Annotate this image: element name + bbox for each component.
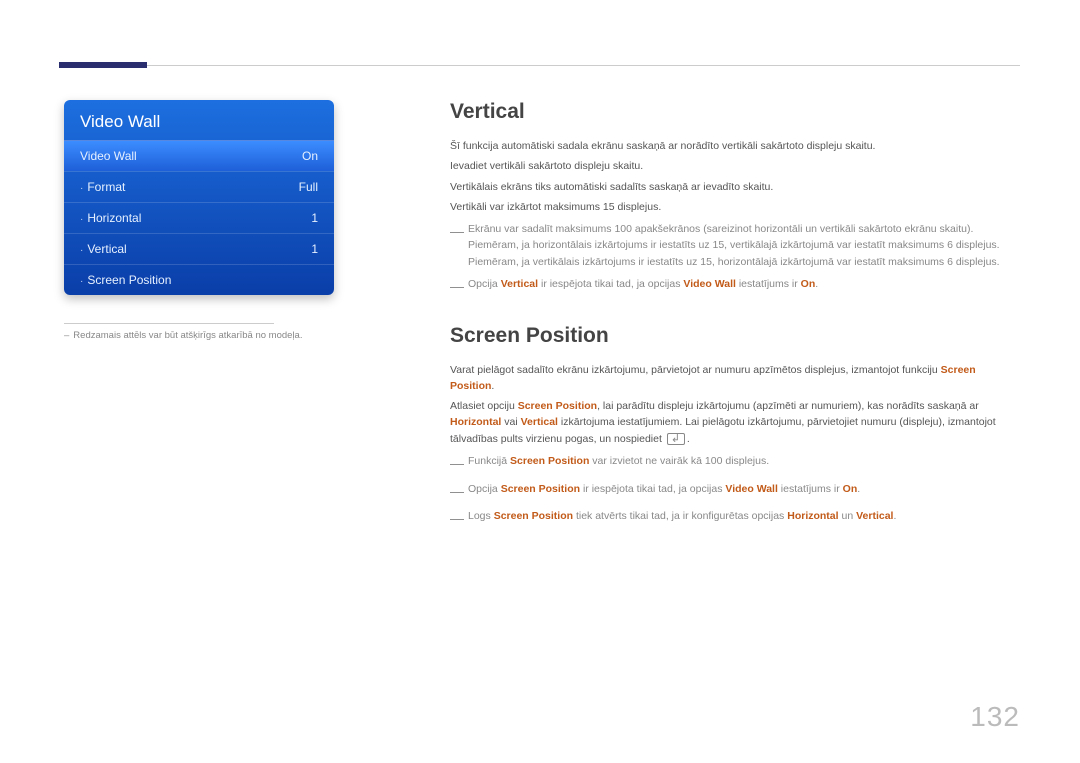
dash-icon: ―: [450, 221, 468, 270]
osd-value: 1: [311, 211, 318, 225]
note-body: Funkcijā Screen Position var izvietot ne…: [468, 453, 1020, 475]
osd-row-screen-position[interactable]: ·Screen Position: [64, 264, 334, 295]
note: ― Opcija Screen Position ir iespējota ti…: [450, 481, 1020, 503]
heading-screen-position: Screen Position: [450, 324, 1020, 348]
dash-icon: ―: [450, 508, 468, 530]
image-disclaimer: –Redzamais attēls var būt atšķirīgs atka…: [64, 330, 334, 341]
osd-value: 1: [311, 242, 318, 256]
note: ― Logs Screen Position tiek atvērts tika…: [450, 508, 1020, 530]
dash-icon: ―: [450, 276, 468, 298]
osd-row-vertical[interactable]: ·Vertical 1: [64, 233, 334, 264]
enter-icon: [667, 433, 685, 445]
header-rule: [147, 65, 1020, 66]
header-accent: [59, 62, 147, 68]
osd-title: Video Wall: [64, 100, 334, 140]
note: ― Opcija Vertical ir iespējota tikai tad…: [450, 276, 1020, 298]
paragraph: Atlasiet opciju Screen Position, lai par…: [450, 398, 1020, 447]
paragraph: Šī funkcija automātiski sadala ekrānu sa…: [450, 138, 1020, 154]
note: ― Ekrānu var sadalīt maksimums 100 apakš…: [450, 221, 1020, 270]
osd-row-video-wall[interactable]: Video Wall On: [64, 140, 334, 171]
osd-label: ·Vertical: [80, 242, 311, 256]
osd-row-format[interactable]: ·Format Full: [64, 171, 334, 202]
dash-icon: ―: [450, 453, 468, 475]
footnote-rule: [64, 323, 274, 324]
left-column: Video Wall Video Wall On ·Format Full ·H…: [64, 100, 334, 341]
osd-row-horizontal[interactable]: ·Horizontal 1: [64, 202, 334, 233]
heading-vertical: Vertical: [450, 100, 1020, 124]
osd-menu: Video Wall Video Wall On ·Format Full ·H…: [64, 100, 334, 295]
note: ― Funkcijā Screen Position var izvietot …: [450, 453, 1020, 475]
note-body: Opcija Screen Position ir iespējota tika…: [468, 481, 1020, 503]
osd-value: On: [302, 149, 318, 163]
paragraph: Ievadiet vertikāli sakārtoto displeju sk…: [450, 158, 1020, 174]
paragraph: Vertikāli var izkārtot maksimums 15 disp…: [450, 199, 1020, 215]
osd-label: Video Wall: [80, 149, 302, 163]
note-body: Ekrānu var sadalīt maksimums 100 apakšek…: [468, 221, 1020, 270]
right-column: Vertical Šī funkcija automātiski sadala …: [450, 100, 1020, 530]
page-number: 132: [970, 701, 1020, 733]
dash-icon: ―: [450, 481, 468, 503]
osd-label: ·Screen Position: [80, 273, 318, 287]
osd-label: ·Horizontal: [80, 211, 311, 225]
osd-label: ·Format: [80, 180, 299, 194]
note-body: Opcija Vertical ir iespējota tikai tad, …: [468, 276, 1020, 298]
paragraph: Vertikālais ekrāns tiks automātiski sada…: [450, 179, 1020, 195]
note-body: Logs Screen Position tiek atvērts tikai …: [468, 508, 1020, 530]
paragraph: Varat pielāgot sadalīto ekrānu izkārtoju…: [450, 362, 1020, 395]
osd-value: Full: [299, 180, 318, 194]
